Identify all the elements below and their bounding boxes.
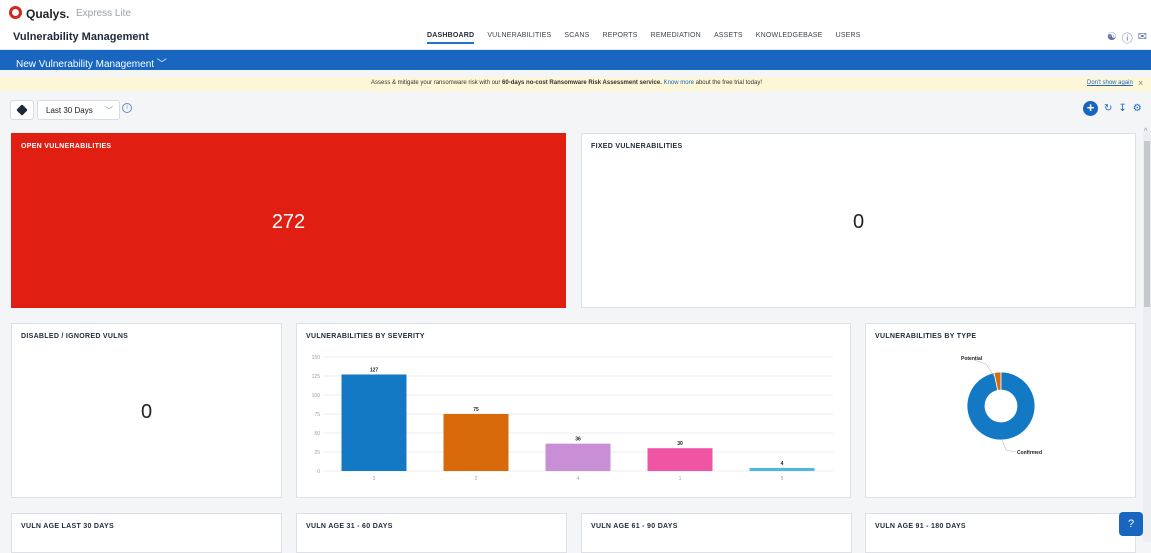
donut-label: Potential (961, 356, 983, 362)
add-widget-icon[interactable]: + (1083, 101, 1098, 116)
y-tick-label: 50 (314, 431, 320, 437)
tag-icon (16, 104, 28, 116)
y-tick-label: 75 (314, 412, 320, 418)
dashboard-tools: + ↻ ↧ ⚙ (1083, 101, 1142, 116)
severity-bar (341, 374, 407, 471)
disabled-ignored-count: 0 (140, 401, 153, 423)
widget-title: VULN AGE LAST 30 DAYS (21, 523, 114, 530)
nav-remediation[interactable]: REMEDIATION (651, 32, 701, 44)
sub-navbar: New Vulnerability Management ﹀ (0, 50, 1151, 70)
user-icon[interactable]: ☯ (1107, 30, 1117, 46)
severity-bar (443, 414, 509, 471)
widget-title: VULN AGE 61 - 90 DAYS (591, 523, 678, 530)
severity-bar-chart: 0 25 50 75 100 125 150 127 3 75 2 36 4 30 1 4 5 (312, 355, 833, 482)
disabled-ignored-widget[interactable]: DISABLED / IGNORED VULNS 0 (11, 323, 282, 498)
info-icon[interactable]: i (122, 103, 132, 113)
x-tick-label: 4 (577, 476, 580, 482)
help-icon[interactable]: ⓘ (1122, 30, 1133, 46)
y-tick-label: 100 (312, 393, 321, 399)
dashboard-selector[interactable]: New Vulnerability Management ﹀ (16, 55, 167, 70)
widget-title: OPEN VULNERABILITIES (21, 143, 112, 150)
nav-dashboard[interactable]: DASHBOARD (427, 32, 475, 44)
severity-bar (545, 443, 611, 471)
widget-title: FIXED VULNERABILITIES (591, 143, 683, 150)
chevron-down-icon[interactable]: ﹀ (131, 30, 141, 45)
scroll-up-icon[interactable]: ^ (1144, 128, 1147, 135)
top-header: Qualys. Express Lite Vulnerability Manag… (0, 0, 1151, 50)
leader-line (1001, 439, 1017, 453)
nav-scans[interactable]: SCANS (564, 32, 589, 44)
x-tick-label: 1 (679, 476, 682, 482)
help-chat-button[interactable]: ? (1119, 512, 1143, 536)
type-donut-chart: Potential Confirmed (961, 356, 1042, 456)
gear-icon[interactable]: ⚙ (1133, 103, 1142, 114)
qualys-logo-icon[interactable] (9, 6, 22, 19)
close-icon[interactable]: × (1138, 78, 1143, 88)
promo-banner: Assess & mitigate your ransomware risk w… (0, 77, 1151, 91)
widget-title: VULN AGE 91 - 180 DAYS (875, 523, 966, 530)
y-tick-label: 25 (314, 450, 320, 456)
banner-prefix: Assess & mitigate your ransomware risk w… (371, 80, 503, 86)
banner-message: Assess & mitigate your ransomware risk w… (371, 80, 762, 86)
y-tick-label: 150 (312, 355, 321, 361)
x-tick-label: 5 (781, 476, 784, 482)
banner-suffix: about the free trial today! (693, 80, 762, 86)
download-icon[interactable]: ↧ (1118, 103, 1126, 114)
fixed-vulnerabilities-widget[interactable]: FIXED VULNERABILITIES 0 (581, 133, 1136, 308)
scrollbar-thumb[interactable] (1144, 141, 1150, 307)
x-tick-label: 3 (373, 476, 376, 482)
dont-show-again-link[interactable]: Don't show again (1087, 80, 1133, 86)
severity-bar (749, 467, 815, 471)
type-chart-widget[interactable]: VULNERABILITIES BY TYPE Potential Confirm… (865, 323, 1136, 498)
bar-value-label: 36 (575, 437, 581, 443)
page-scrollbar[interactable] (1143, 130, 1151, 542)
bar-value-label: 4 (781, 461, 784, 467)
severity-bar (647, 448, 713, 471)
date-range-value: Last 30 Days (46, 106, 93, 115)
brand-edition: Express Lite (76, 8, 132, 19)
bar-value-label: 30 (677, 441, 683, 447)
header-actions: ☯ ⓘ ✉ (1107, 30, 1147, 46)
widget-title: VULN AGE 31 - 60 DAYS (306, 523, 393, 530)
nav-reports[interactable]: REPORTS (603, 32, 638, 44)
date-range-select[interactable]: Last 30 Days ﹀ (37, 100, 120, 120)
refresh-icon[interactable]: ↻ (1104, 103, 1112, 114)
banner-bold: 60-days no-cost Ransomware Risk Assessme… (502, 80, 662, 86)
severity-chart-widget[interactable]: VULNERABILITIES BY SEVERITY 0 25 50 75 100 12… (296, 323, 851, 498)
filter-bar: Last 30 Days ﹀ i (10, 100, 132, 120)
nav-assets[interactable]: ASSETS (714, 32, 743, 44)
y-tick-label: 0 (317, 469, 320, 475)
bar-value-label: 127 (370, 367, 379, 373)
fixed-vulnerabilities-count: 0 (852, 211, 865, 233)
open-vulnerabilities-widget[interactable]: OPEN VULNERABILITIES 272 (11, 133, 566, 308)
main-nav: DASHBOARD VULNERABILITIES SCANS REPORTS … (427, 32, 861, 44)
vuln-age-60-widget[interactable]: VULN AGE 31 - 60 DAYS (296, 513, 567, 553)
donut-label: Confirmed (1017, 450, 1042, 456)
dashboard-selector-label: New Vulnerability Management (16, 59, 155, 70)
know-more-link[interactable]: Know more (664, 80, 694, 86)
tag-filter-button[interactable] (10, 100, 34, 120)
nav-vulnerabilities[interactable]: VULNERABILITIES (487, 32, 551, 44)
module-selector[interactable]: Vulnerability Management (13, 31, 149, 43)
y-tick-label: 125 (312, 374, 321, 380)
widget-title: DISABLED / IGNORED VULNS (21, 333, 129, 340)
x-tick-label: 2 (475, 476, 478, 482)
donut-slice (966, 371, 1036, 441)
vuln-age-90-widget[interactable]: VULN AGE 61 - 90 DAYS (581, 513, 852, 553)
nav-users[interactable]: USERS (836, 32, 861, 44)
vuln-age-180-widget[interactable]: VULN AGE 91 - 180 DAYS (865, 513, 1136, 553)
nav-knowledgebase[interactable]: KNOWLEDGEBASE (756, 32, 823, 44)
vuln-age-30-widget[interactable]: VULN AGE LAST 30 DAYS (11, 513, 282, 553)
mail-icon[interactable]: ✉ (1138, 30, 1147, 46)
brand-name[interactable]: Qualys. (26, 7, 69, 21)
bar-value-label: 75 (473, 407, 479, 413)
chevron-down-icon: ﹀ (105, 106, 113, 115)
open-vulnerabilities-count: 272 (271, 211, 306, 233)
